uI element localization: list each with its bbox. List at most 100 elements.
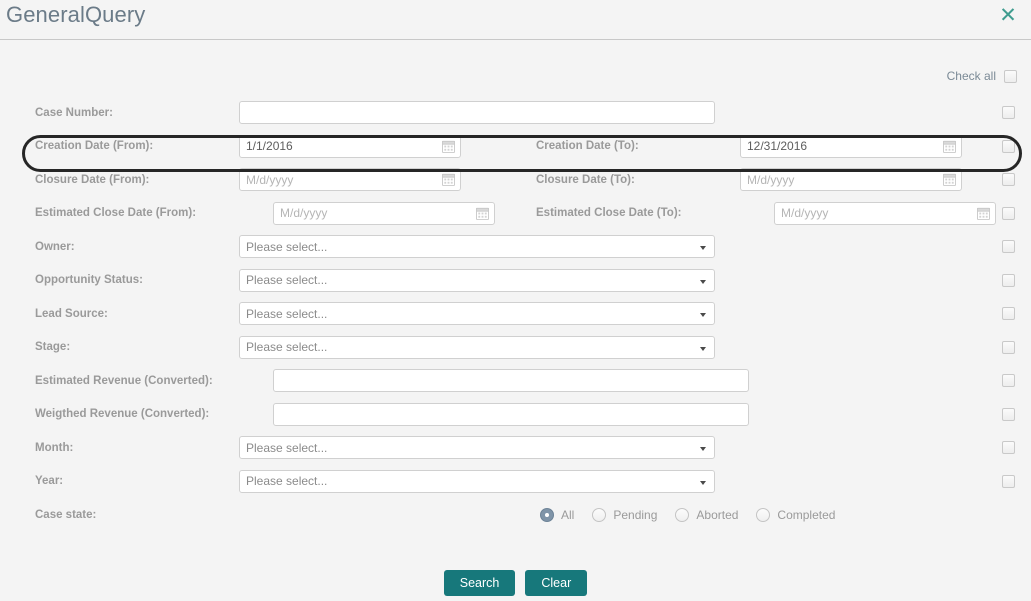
- case-state-option-pending[interactable]: Pending: [592, 507, 658, 522]
- owner-control: Please select...: [239, 235, 715, 259]
- opportunity-status-label: Opportunity Status:: [35, 274, 143, 287]
- check-all-row[interactable]: Check all: [947, 69, 1017, 83]
- radio-icon[interactable]: [675, 507, 690, 522]
- case-state-option-label: Aborted: [696, 507, 739, 522]
- case-state-options-cell: All Pending Aborted Completed: [516, 507, 1031, 522]
- weigthed-revenue-converted-input[interactable]: [273, 402, 749, 426]
- row-checkbox[interactable]: [1002, 206, 1015, 220]
- form-row: Month: Please select...: [0, 431, 1031, 465]
- opportunity-status-control: Please select...: [239, 268, 715, 292]
- stage-select-value: Please select...: [246, 340, 328, 355]
- form-row: Closure Date (From): Closure Date (To):: [0, 163, 1031, 197]
- row-checkbox[interactable]: [1002, 407, 1015, 421]
- month-label: Month:: [35, 441, 74, 454]
- estimated-revenue-converted-label: Estimated Revenue (Converted):: [35, 374, 213, 387]
- creation-date-to-input[interactable]: [740, 134, 962, 158]
- case-state-option-label: Pending: [613, 507, 658, 522]
- radio-icon[interactable]: [756, 507, 771, 522]
- form-cell-left: Case Number:: [0, 101, 715, 125]
- form-cell-left: Weigthed Revenue (Converted):: [0, 402, 749, 426]
- radio-icon[interactable]: [540, 507, 554, 522]
- check-all-label: Check all: [946, 69, 996, 83]
- query-form: Case Number: Creation Date (From): Creatio…: [0, 96, 1031, 498]
- case-state-option-aborted[interactable]: Aborted: [675, 507, 739, 522]
- radio-icon[interactable]: [592, 507, 607, 522]
- creation-date-from-input[interactable]: [239, 134, 461, 158]
- case-state-option-completed[interactable]: Completed: [756, 507, 836, 522]
- form-cell-left: Creation Date (From):: [0, 134, 516, 158]
- form-row: Weigthed Revenue (Converted):: [0, 398, 1031, 432]
- stage-select[interactable]: Please select...: [239, 335, 715, 359]
- search-button[interactable]: Search: [443, 570, 516, 596]
- lead-source-control: Please select...: [239, 302, 715, 326]
- month-select-value: Please select...: [246, 440, 328, 455]
- lead-source-select[interactable]: Please select...: [239, 302, 715, 326]
- case-number-label: Case Number:: [35, 106, 113, 119]
- closure-date-to-control: [740, 168, 962, 192]
- row-checkbox[interactable]: [1002, 273, 1015, 287]
- form-cell-left: Lead Source: Please select...: [0, 302, 715, 326]
- owner-select-value: Please select...: [246, 239, 328, 254]
- form-cell-left: Estimated Close Date (From):: [0, 201, 516, 225]
- form-row: Opportunity Status: Please select...: [0, 264, 1031, 298]
- row-checkbox[interactable]: [1002, 374, 1015, 387]
- form-cell-right: Estimated Close Date (To):: [516, 201, 1031, 225]
- closure-date-from-control: [239, 168, 461, 192]
- chevron-down-icon: [700, 346, 706, 351]
- opportunity-status-select[interactable]: Please select...: [239, 268, 715, 292]
- estimated-close-date-from-input[interactable]: [273, 201, 495, 225]
- weigthed-revenue-converted-control: [273, 402, 749, 426]
- close-icon[interactable]: ✕: [997, 4, 1019, 26]
- month-select[interactable]: Please select...: [239, 436, 715, 460]
- estimated-close-date-from-control: [273, 201, 495, 225]
- form-cell-left: Opportunity Status: Please select...: [0, 268, 715, 292]
- case-state-label: Case state:: [35, 508, 97, 521]
- clear-button[interactable]: Clear: [525, 570, 588, 596]
- row-checkbox[interactable]: [1002, 340, 1015, 354]
- lead-source-label: Lead Source:: [35, 307, 108, 320]
- year-label: Year:: [35, 475, 64, 488]
- chevron-down-icon: [700, 246, 706, 251]
- year-select-value: Please select...: [246, 474, 328, 489]
- row-checkbox[interactable]: [1002, 139, 1015, 153]
- form-row: Stage: Please select...: [0, 331, 1031, 365]
- form-actions: Search Clear: [0, 570, 1031, 596]
- creation-date-from-label: Creation Date (From):: [35, 140, 154, 153]
- row-checkbox[interactable]: [1002, 474, 1015, 488]
- case-state-option-all[interactable]: All: [540, 507, 574, 522]
- estimated-revenue-converted-control: [273, 369, 749, 393]
- creation-date-from-control: [239, 134, 461, 158]
- chevron-down-icon: [700, 447, 706, 452]
- owner-select[interactable]: Please select...: [239, 235, 715, 259]
- case-state-label-cell: Case state:: [0, 509, 516, 521]
- year-control: Please select...: [239, 469, 715, 493]
- estimated-revenue-converted-input[interactable]: [273, 369, 749, 393]
- estimated-close-date-to-input[interactable]: [774, 201, 996, 225]
- form-cell-right: Creation Date (To):: [516, 134, 1031, 158]
- form-cell-left: Estimated Revenue (Converted):: [0, 369, 749, 393]
- closure-date-to-input[interactable]: [740, 168, 962, 192]
- row-checkbox[interactable]: [1002, 173, 1015, 186]
- form-cell-right: Closure Date (To):: [516, 168, 1031, 192]
- form-row: Owner: Please select...: [0, 230, 1031, 264]
- case-number-input[interactable]: [239, 101, 715, 125]
- form-row: Case Number:: [0, 96, 1031, 130]
- closure-date-to-label: Closure Date (To):: [536, 173, 635, 186]
- owner-label: Owner:: [35, 240, 75, 253]
- check-all-checkbox[interactable]: [1004, 69, 1017, 83]
- row-checkbox[interactable]: [1002, 240, 1015, 253]
- weigthed-revenue-converted-label: Weigthed Revenue (Converted):: [35, 408, 210, 421]
- year-select[interactable]: Please select...: [239, 469, 715, 493]
- dialog-header: GeneralQuery ✕: [0, 0, 1031, 40]
- case-state-radio-group[interactable]: All Pending Aborted Completed: [536, 507, 836, 522]
- case-state-option-label: Completed: [777, 507, 836, 522]
- row-checkbox[interactable]: [1002, 441, 1015, 454]
- row-checkbox[interactable]: [1002, 307, 1015, 320]
- case-number-control: [239, 101, 715, 125]
- case-state-row: Case state: All Pending Aborted Completed: [0, 498, 1031, 532]
- form-cell-left: Stage: Please select...: [0, 335, 715, 359]
- creation-date-to-label: Creation Date (To):: [536, 140, 639, 153]
- closure-date-from-input[interactable]: [239, 168, 461, 192]
- stage-label: Stage:: [35, 341, 71, 354]
- row-checkbox[interactable]: [1002, 106, 1015, 119]
